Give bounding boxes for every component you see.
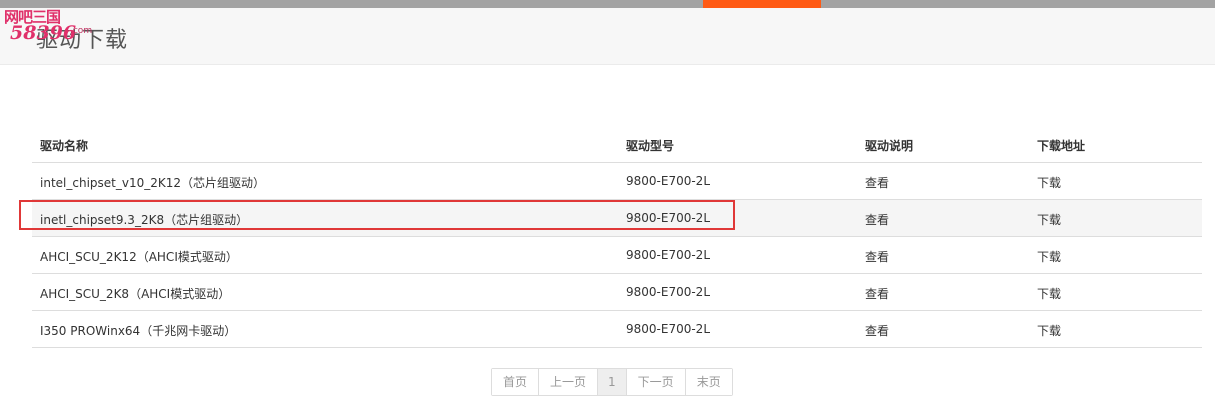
driver-name: AHCI_SCU_2K12（AHCI模式驱动） [40, 250, 238, 264]
driver-table: 驱动名称 驱动型号 驱动说明 下载地址 intel_chipset_v10_2K… [32, 125, 1202, 348]
download-link[interactable]: 下载 [1037, 211, 1061, 228]
top-nav-bar [0, 0, 1215, 8]
driver-model: 9800-E700-2L [626, 285, 711, 299]
top-nav-active-tab[interactable] [703, 0, 821, 8]
view-description-link[interactable]: 查看 [865, 174, 889, 191]
driver-model: 9800-E700-2L [626, 211, 711, 225]
driver-name: AHCI_SCU_2K8（AHCI模式驱动） [40, 287, 231, 301]
column-header-name: 驱动名称 [40, 139, 89, 153]
watermark-number: 58396 [10, 22, 77, 44]
current-page-button[interactable]: 1 [598, 369, 627, 395]
prev-page-button[interactable]: 上一页 [539, 369, 599, 395]
table-row: AHCI_SCU_2K12（AHCI模式驱动） 9800-E700-2L 查看 … [32, 237, 1202, 274]
download-link[interactable]: 下载 [1037, 248, 1061, 265]
watermark-domain: .com [70, 26, 93, 36]
view-description-link[interactable]: 查看 [865, 211, 889, 228]
column-header-description: 驱动说明 [865, 139, 914, 153]
download-link[interactable]: 下载 [1037, 174, 1061, 191]
page-header: 驱动下载 [0, 8, 1215, 65]
driver-model: 9800-E700-2L [626, 174, 711, 188]
table-row: inetl_chipset9.3_2K8（芯片组驱动） 9800-E700-2L… [32, 200, 1202, 237]
view-description-link[interactable]: 查看 [865, 322, 889, 339]
driver-name: intel_chipset_v10_2K12（芯片组驱动） [40, 176, 266, 190]
last-page-button[interactable]: 末页 [685, 369, 732, 395]
driver-name: inetl_chipset9.3_2K8（芯片组驱动） [40, 213, 249, 227]
download-link[interactable]: 下载 [1037, 322, 1061, 339]
table-row: intel_chipset_v10_2K12（芯片组驱动） 9800-E700-… [32, 163, 1202, 200]
table-header: 驱动名称 驱动型号 驱动说明 下载地址 [32, 125, 1202, 163]
first-page-button[interactable]: 首页 [492, 369, 540, 395]
driver-name: I350 PROWinx64（千兆网卡驱动） [40, 324, 237, 338]
column-header-model: 驱动型号 [626, 139, 675, 153]
site-watermark-logo: 网吧三国 58396 .com [4, 6, 114, 46]
driver-model: 9800-E700-2L [626, 248, 711, 262]
table-row: I350 PROWinx64（千兆网卡驱动） 9800-E700-2L 查看 下… [32, 311, 1202, 348]
next-page-button[interactable]: 下一页 [626, 369, 686, 395]
table-row: AHCI_SCU_2K8（AHCI模式驱动） 9800-E700-2L 查看 下… [32, 274, 1202, 311]
driver-model: 9800-E700-2L [626, 322, 711, 336]
download-link[interactable]: 下载 [1037, 285, 1061, 302]
view-description-link[interactable]: 查看 [865, 285, 889, 302]
pagination: 首页 上一页 1 下一页 末页 [491, 368, 733, 396]
column-header-download: 下载地址 [1037, 139, 1086, 153]
view-description-link[interactable]: 查看 [865, 248, 889, 265]
